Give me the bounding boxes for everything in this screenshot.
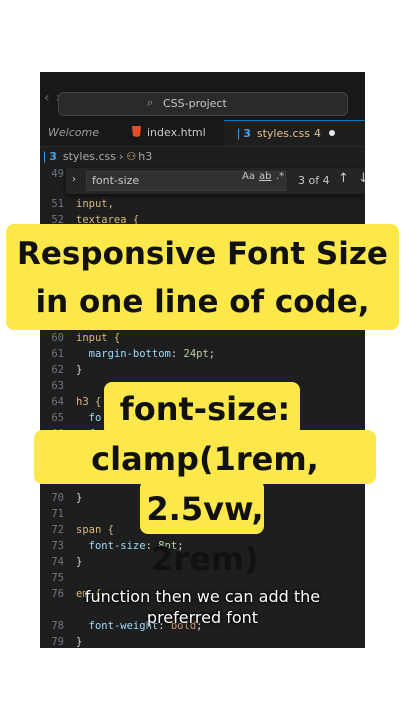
- breadcrumb-file[interactable]: styles.css: [63, 150, 116, 163]
- tab-styles-label: styles.css: [256, 127, 310, 140]
- problems-count: 4: [314, 127, 321, 140]
- tab-styles-css[interactable]: ❘3 styles.css 4: [224, 120, 365, 146]
- code-text: input {: [76, 332, 121, 344]
- chevron-right-icon[interactable]: ›: [72, 174, 76, 185]
- line-number: 51: [51, 198, 64, 210]
- match-case-toggle[interactable]: Aa: [242, 171, 255, 182]
- line-number: 79: [51, 636, 64, 648]
- code-text: input,: [76, 198, 114, 210]
- line-number: 49: [51, 168, 64, 180]
- snippet-line-3: 2rem): [151, 540, 259, 578]
- headline-line-2: in one line of code,: [35, 284, 370, 320]
- arrow-up-icon[interactable]: ↑: [338, 171, 349, 186]
- line-number: 61: [51, 348, 64, 360]
- css-property: margin-bottom: [88, 348, 171, 360]
- regex-toggle[interactable]: .*: [276, 171, 284, 182]
- code-line: 51 input,: [40, 196, 114, 212]
- find-input[interactable]: font-size: [86, 171, 286, 191]
- arrow-down-icon[interactable]: ↓: [358, 171, 365, 186]
- search-icon: ⌕: [147, 96, 154, 109]
- command-center-search[interactable]: ⌕ CSS-project: [58, 92, 348, 116]
- tab-index-html[interactable]: index.html: [120, 120, 224, 146]
- line-number: 62: [51, 364, 64, 376]
- title-bar: ‹› ⌕ CSS-project: [40, 72, 365, 120]
- code-text: }: [76, 364, 83, 376]
- line-number: 60: [51, 332, 64, 344]
- css-file-icon: ❘3: [234, 127, 251, 140]
- breadcrumb-symbol[interactable]: h3: [138, 150, 152, 163]
- tab-index-label: index.html: [147, 126, 206, 139]
- video-caption: function then we can add the preferred f…: [40, 586, 365, 628]
- snippet-line-2: clamp(1rem, 2.5vw,: [91, 440, 319, 528]
- css-file-icon: ❘3: [40, 150, 57, 163]
- caption-line-2: preferred font: [146, 608, 259, 627]
- code-line: 79}: [40, 634, 82, 648]
- unsaved-dot-icon[interactable]: [329, 130, 335, 136]
- editor-tabs: Welcome index.html ❘3 styles.css 4: [40, 120, 365, 147]
- html-file-icon: [132, 126, 141, 137]
- tab-welcome-label: Welcome: [48, 126, 99, 139]
- symbol-icon: ⚇: [126, 150, 137, 163]
- code-snippet-overlay: font-size: clamp(1rem, 2.5vw, 2rem): [34, 384, 376, 584]
- caption-line-1: function then we can add the: [84, 587, 321, 606]
- code-line: 62}: [40, 362, 82, 378]
- command-center-label: CSS-project: [163, 97, 227, 110]
- snippet-line-1: font-size:: [119, 390, 291, 428]
- find-result-count: 3 of 4: [298, 174, 330, 187]
- code-line: 60 input {: [40, 330, 120, 346]
- code-line: 61 margin-bottom: 24pt;: [40, 346, 215, 362]
- headline-line-1: Responsive Font Size: [17, 236, 388, 272]
- chevron-right-icon: ›: [119, 150, 124, 163]
- headline-banner: Responsive Font Size in one line of code…: [6, 224, 399, 330]
- css-value: 24pt: [183, 348, 209, 360]
- code-text: }: [76, 636, 83, 648]
- whole-word-toggle[interactable]: ab: [259, 171, 271, 182]
- find-widget: › font-size Aa ab .* 3 of 4 ↑ ↓: [66, 168, 365, 194]
- find-input-value: font-size: [92, 174, 140, 187]
- breadcrumb: ❘3 styles.css › ⚇ h3: [40, 148, 365, 166]
- tab-welcome[interactable]: Welcome: [40, 120, 118, 146]
